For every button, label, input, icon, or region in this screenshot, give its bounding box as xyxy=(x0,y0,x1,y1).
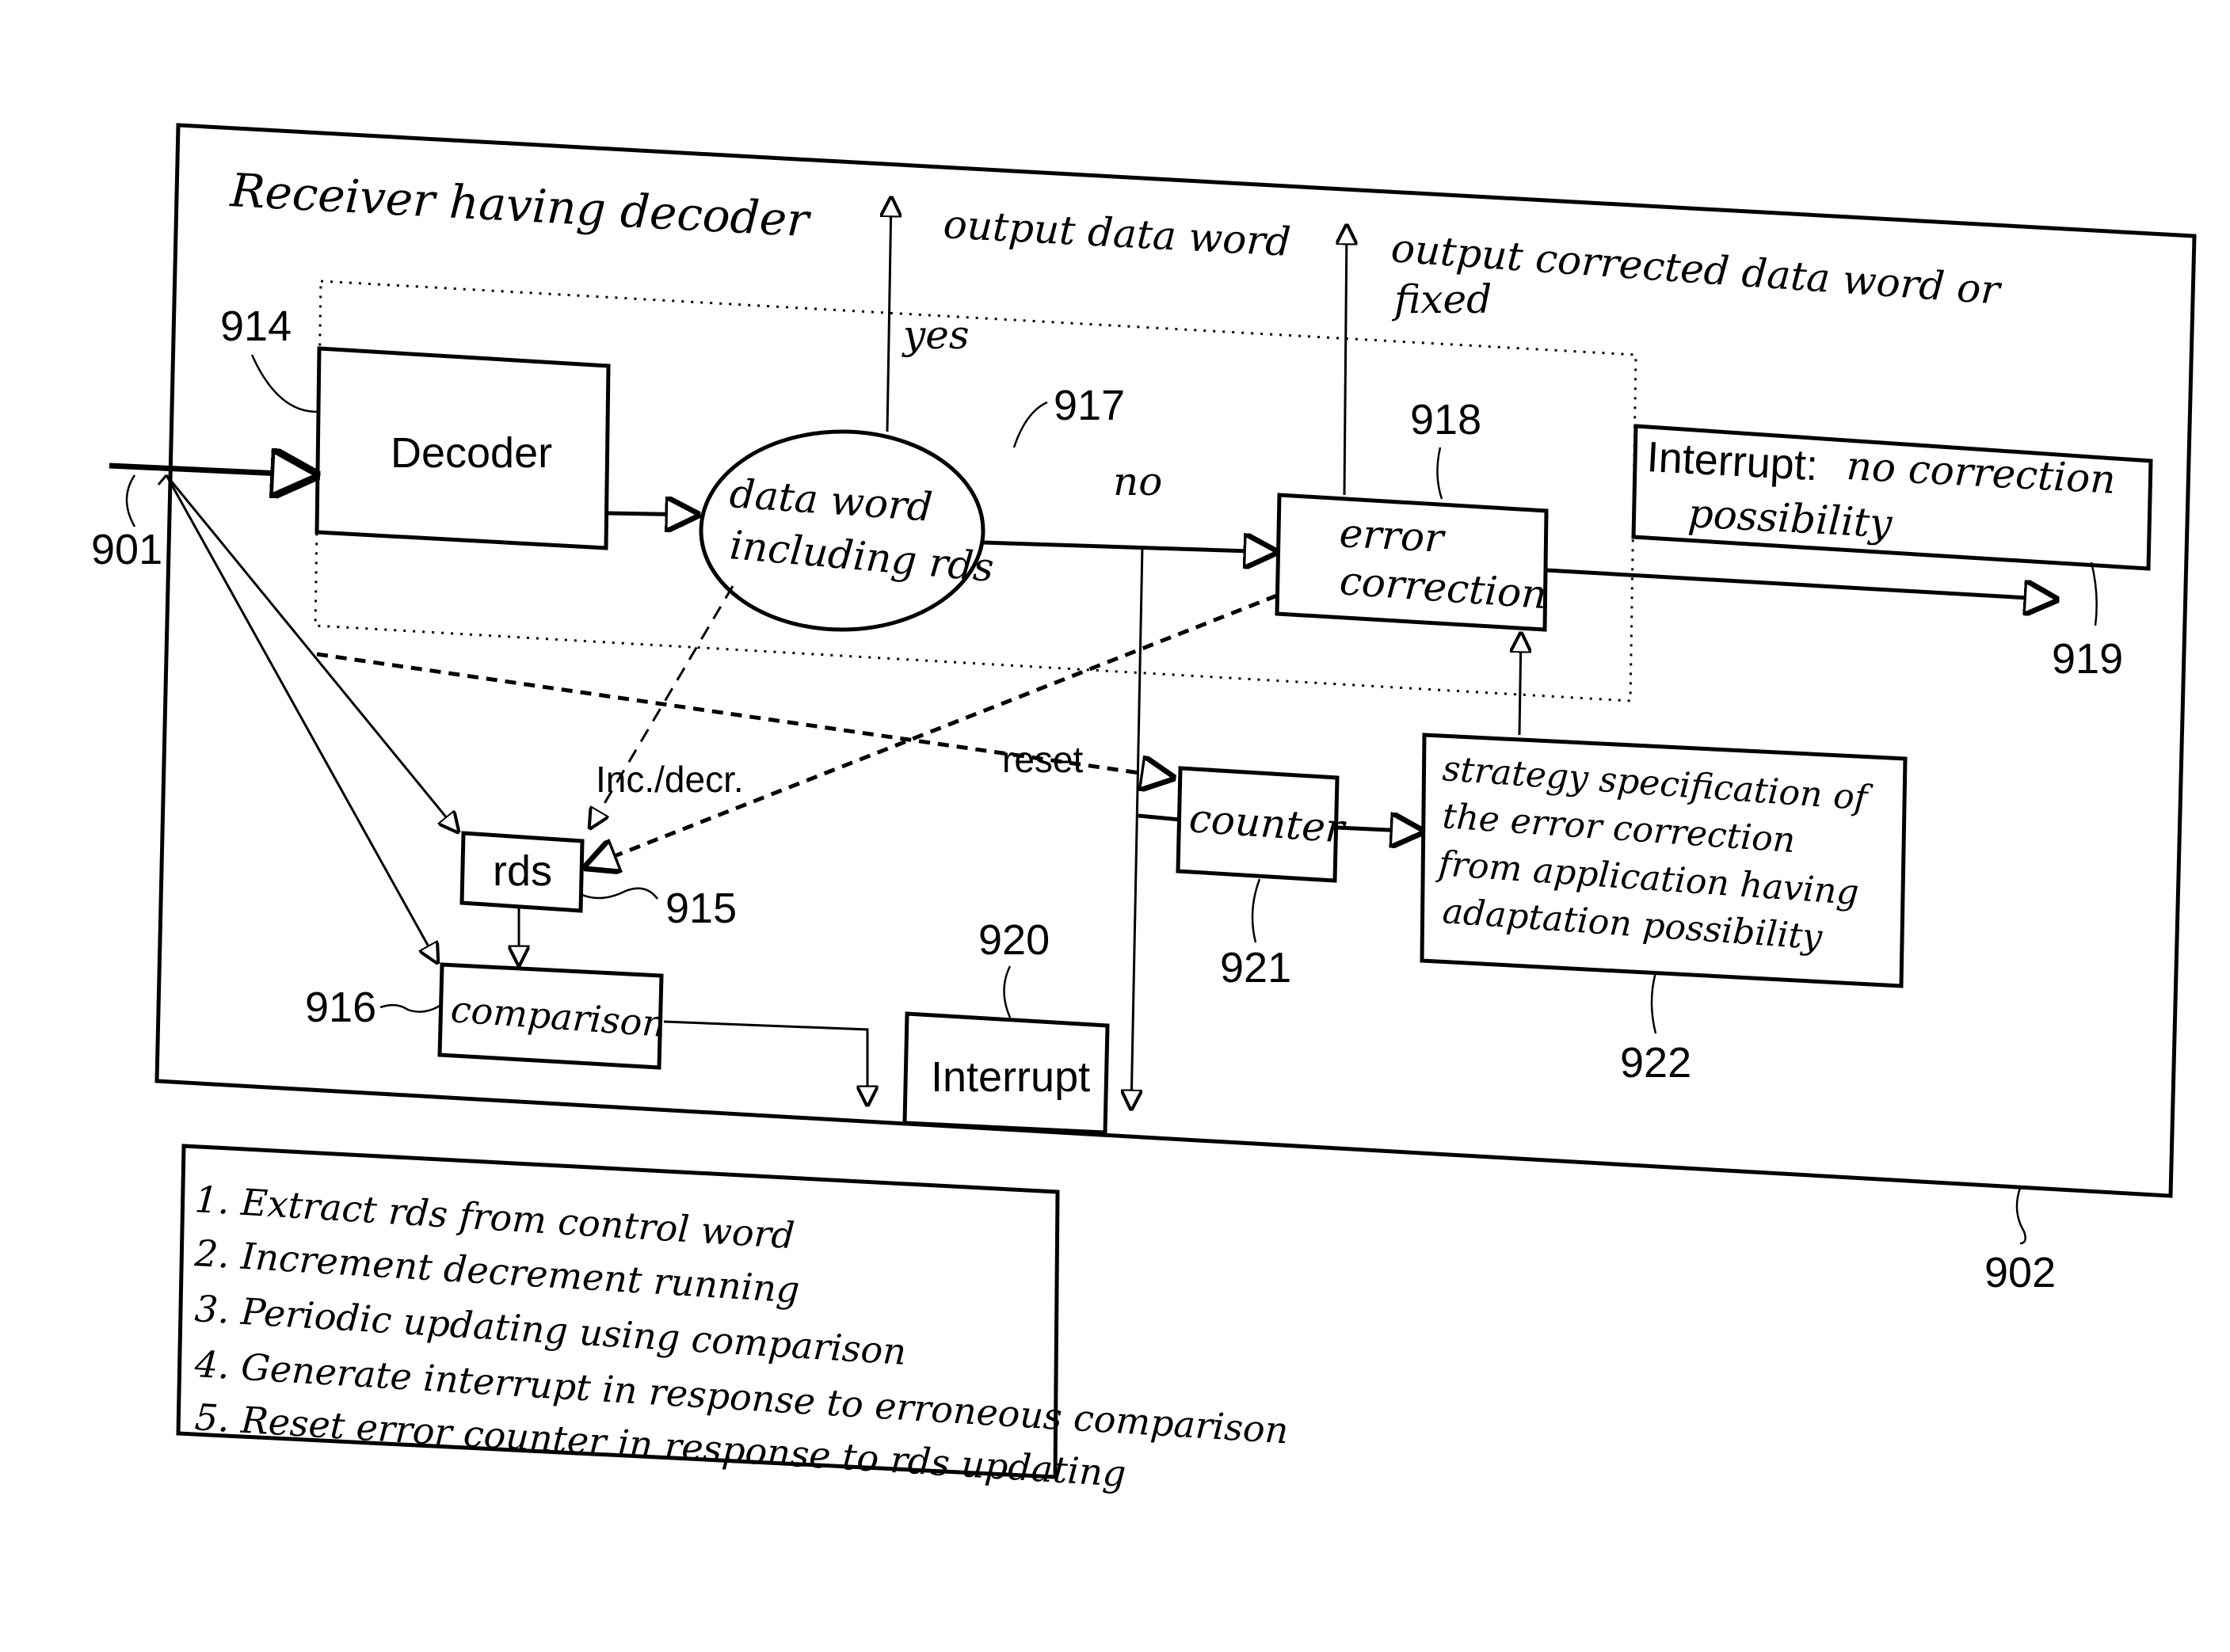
arrow-output-corrected xyxy=(1344,226,1347,496)
ref-902: 902 xyxy=(1984,1249,2056,1296)
dashed-error-correction-to-rds xyxy=(586,593,1278,867)
ref-919: 919 xyxy=(2052,635,2123,683)
receiver-title: Receiver having decoder xyxy=(228,163,813,247)
yes-label: yes xyxy=(902,312,970,358)
line-input-to-comparison xyxy=(165,474,437,962)
no-label: no xyxy=(1113,459,1162,504)
leader-917 xyxy=(1012,401,1048,448)
ref-914: 914 xyxy=(220,303,292,350)
leader-922 xyxy=(1650,972,1657,1034)
reset-label: reset xyxy=(1002,739,1083,780)
leader-919 xyxy=(2090,561,2098,626)
decoder-label: Decoder xyxy=(391,429,552,477)
leader-918 xyxy=(1436,447,1443,500)
leader-920 xyxy=(1003,965,1012,1018)
ref-901: 901 xyxy=(91,526,162,573)
arrow-no-to-error-correction xyxy=(982,542,1275,552)
arrow-comparison-to-interrupt xyxy=(663,1020,867,1105)
output-corrected-label-line2: fixed xyxy=(1391,276,1492,322)
ref-915: 915 xyxy=(665,885,737,932)
ref-916: 916 xyxy=(305,984,376,1031)
arrow-counter-to-strategy xyxy=(1336,828,1422,832)
arrow-no-branch-down xyxy=(1131,546,1144,1109)
leader-921 xyxy=(1251,878,1261,943)
leader-902 xyxy=(2015,1187,2026,1245)
leader-915 xyxy=(581,887,658,900)
ref-922: 922 xyxy=(1620,1039,1691,1087)
line-input-base xyxy=(157,474,168,485)
arrow-output-data-word xyxy=(887,198,891,432)
ref-917: 917 xyxy=(1054,382,1125,429)
interrupt-no-correction-prefix: Interrupt: xyxy=(1645,433,1819,489)
ref-921: 921 xyxy=(1220,944,1291,992)
ref-920: 920 xyxy=(978,916,1050,964)
arrow-strategy-to-error-correction xyxy=(1519,634,1521,736)
line-no-branch-to-counter xyxy=(1138,813,1181,822)
receiver-diagram: Receiver having decoder Decoder 914 901 … xyxy=(91,123,2197,1495)
output-data-word-label: output data word xyxy=(942,201,1291,265)
ref-918: 918 xyxy=(1410,396,1481,443)
arrow-decoder-to-decision xyxy=(608,513,697,515)
leader-901 xyxy=(125,474,136,527)
input-arrow xyxy=(109,466,315,475)
interrupt-label: Interrupt xyxy=(931,1053,1090,1101)
arrow-to-919 xyxy=(1546,568,2056,600)
rds-label: rds xyxy=(493,847,552,895)
leader-914 xyxy=(250,354,318,413)
leader-916 xyxy=(379,1003,440,1013)
inc-decr-label: Inc./decr. xyxy=(596,759,744,800)
error-correction-label-line1: error xyxy=(1338,510,1447,561)
